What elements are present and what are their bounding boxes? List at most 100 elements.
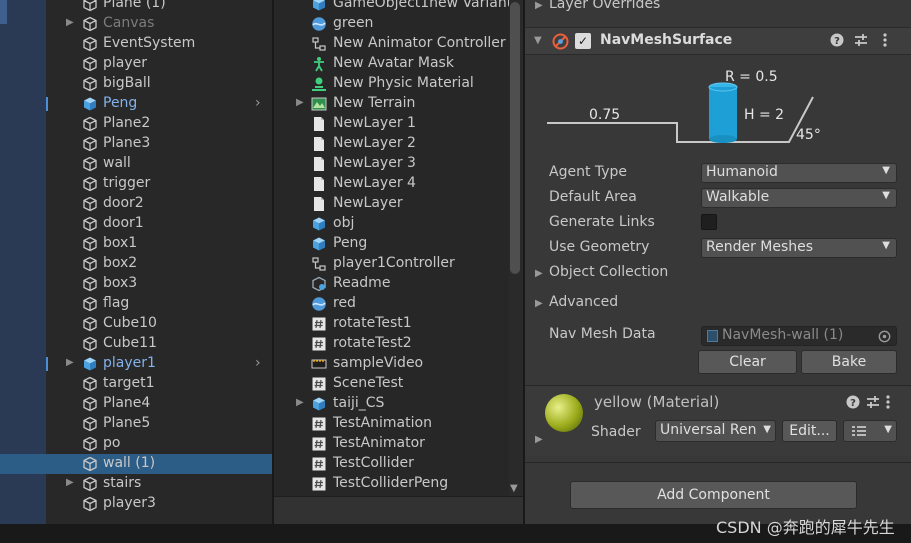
project-list: GameObject1new Variant green New Animator … bbox=[274, 0, 523, 514]
layer-overrides-section[interactable]: ▶ Layer Overrides bbox=[525, 0, 911, 20]
fold-arrow-icon[interactable]: ▶ bbox=[296, 397, 304, 408]
fold-arrow-icon[interactable]: ▶ bbox=[66, 17, 74, 28]
fold-arrow-icon[interactable]: ▶ bbox=[535, 0, 543, 11]
presets-icon[interactable] bbox=[854, 33, 868, 51]
clear-button[interactable]: Clear bbox=[698, 350, 797, 374]
object-collection-foldout[interactable]: Object Collection bbox=[549, 264, 668, 280]
project-item[interactable]: green bbox=[274, 14, 523, 34]
hierarchy-item[interactable]: box1 bbox=[0, 234, 272, 254]
hierarchy-item[interactable]: ▶ Canvas bbox=[0, 14, 272, 34]
cube-icon bbox=[82, 456, 98, 472]
material-icon bbox=[311, 16, 327, 32]
help-icon[interactable]: ? bbox=[846, 395, 860, 413]
project-item[interactable]: ▶ taiji_CS bbox=[274, 394, 523, 414]
project-item[interactable]: New Animator Controller bbox=[274, 34, 523, 54]
hierarchy-item[interactable]: player bbox=[0, 54, 272, 74]
project-item[interactable]: NewLayer 4 bbox=[274, 174, 523, 194]
use-geometry-dropdown[interactable]: Render Meshes ▼ bbox=[701, 238, 897, 258]
kebab-menu-icon[interactable] bbox=[882, 32, 888, 52]
material-fold-icon[interactable]: ▶ bbox=[535, 434, 543, 445]
add-component-button[interactable]: Add Component bbox=[570, 481, 857, 509]
prefab-icon bbox=[311, 236, 327, 252]
project-item[interactable]: GameObject1new Variant bbox=[274, 0, 523, 14]
hierarchy-item[interactable]: EventSystem bbox=[0, 34, 272, 54]
hierarchy-item[interactable]: player3 bbox=[0, 494, 272, 514]
fold-arrow-icon[interactable]: ▶ bbox=[66, 477, 74, 488]
hierarchy-item[interactable]: Plane (1) bbox=[0, 0, 272, 14]
hierarchy-item[interactable]: trigger bbox=[0, 174, 272, 194]
advanced-foldout[interactable]: Advanced bbox=[549, 294, 618, 310]
fold-arrow-icon[interactable]: ▶ bbox=[66, 357, 74, 368]
project-item[interactable]: NewLayer bbox=[274, 194, 523, 214]
hierarchy-item[interactable]: Plane4 bbox=[0, 394, 272, 414]
project-item[interactable]: NewLayer 2 bbox=[274, 134, 523, 154]
hierarchy-item[interactable]: ▶ player1 › bbox=[0, 354, 272, 374]
hierarchy-item[interactable]: Cube11 bbox=[0, 334, 272, 354]
project-item[interactable]: sampleVideo bbox=[274, 354, 523, 374]
bake-button[interactable]: Bake bbox=[801, 350, 897, 374]
project-item[interactable]: New Avatar Mask bbox=[274, 54, 523, 74]
edit-shader-button[interactable]: Edit... bbox=[782, 420, 837, 442]
hierarchy-item[interactable]: door2 bbox=[0, 194, 272, 214]
project-item[interactable]: New Physic Material bbox=[274, 74, 523, 94]
fold-arrow-icon[interactable]: ▶ bbox=[296, 97, 304, 108]
video-icon bbox=[311, 356, 327, 372]
open-prefab-chevron-icon[interactable]: › bbox=[255, 95, 261, 111]
hierarchy-item[interactable]: wall bbox=[0, 154, 272, 174]
dropdown-caret-icon: ▼ bbox=[882, 190, 890, 201]
project-item[interactable]: player1Controller bbox=[274, 254, 523, 274]
advanced-fold-icon[interactable]: ▶ bbox=[535, 298, 543, 309]
project-item[interactable]: obj bbox=[274, 214, 523, 234]
project-item[interactable]: red bbox=[274, 294, 523, 314]
hierarchy-item[interactable]: Plane3 bbox=[0, 134, 272, 154]
project-item[interactable]: TestCollider bbox=[274, 454, 523, 474]
hierarchy-item[interactable]: Plane5 bbox=[0, 414, 272, 434]
hierarchy-item[interactable]: flag bbox=[0, 294, 272, 314]
hierarchy-item[interactable]: target1 bbox=[0, 374, 272, 394]
divider bbox=[525, 462, 911, 463]
hierarchy-item[interactable]: box3 bbox=[0, 274, 272, 294]
project-scroll-thumb[interactable] bbox=[510, 2, 520, 274]
hierarchy-item[interactable]: door1 bbox=[0, 214, 272, 234]
hierarchy-item[interactable]: Plane2 bbox=[0, 114, 272, 134]
prefab-icon bbox=[311, 396, 327, 412]
hierarchy-item[interactable]: ▶ stairs bbox=[0, 474, 272, 494]
item-label: New Terrain bbox=[333, 95, 416, 111]
project-item[interactable]: Readme bbox=[274, 274, 523, 294]
default-area-dropdown[interactable]: Walkable ▼ bbox=[701, 188, 897, 208]
nav-mesh-data-field[interactable]: NavMesh-wall (1) bbox=[701, 326, 897, 346]
hierarchy-item[interactable]: bigBall bbox=[0, 74, 272, 94]
cube-icon bbox=[82, 136, 98, 152]
object-collection-fold-icon[interactable]: ▶ bbox=[535, 268, 543, 279]
navmeshsurface-header[interactable]: ▼ ✓ NavMeshSurface ? bbox=[525, 27, 911, 55]
component-enabled-checkbox[interactable]: ✓ bbox=[575, 33, 591, 49]
generate-links-checkbox[interactable] bbox=[701, 214, 717, 230]
render-queue-dropdown[interactable]: ▼ bbox=[843, 420, 897, 442]
kebab-menu-icon[interactable] bbox=[885, 394, 891, 414]
object-picker-icon[interactable] bbox=[878, 330, 891, 347]
project-item[interactable]: ▶ New Terrain bbox=[274, 94, 523, 114]
hierarchy-item[interactable]: Cube10 bbox=[0, 314, 272, 334]
project-item[interactable]: rotateTest1 bbox=[274, 314, 523, 334]
agent-type-dropdown[interactable]: Humanoid ▼ bbox=[701, 163, 897, 183]
hierarchy-item[interactable]: Peng › bbox=[0, 94, 272, 114]
open-prefab-chevron-icon[interactable]: › bbox=[255, 355, 261, 371]
project-item[interactable]: TestAnimator bbox=[274, 434, 523, 454]
expand-arrow-icon[interactable]: ▼ bbox=[534, 35, 542, 46]
project-item[interactable]: rotateTest2 bbox=[274, 334, 523, 354]
hierarchy-item[interactable]: box2 bbox=[0, 254, 272, 274]
project-item[interactable]: Peng bbox=[274, 234, 523, 254]
scroll-down-arrow-icon[interactable]: ▼ bbox=[510, 483, 518, 494]
project-item[interactable]: SceneTest bbox=[274, 374, 523, 394]
project-item[interactable]: NewLayer 3 bbox=[274, 154, 523, 174]
hierarchy-item[interactable]: po bbox=[0, 434, 272, 454]
project-item[interactable]: NewLayer 1 bbox=[274, 114, 523, 134]
shader-dropdown[interactable]: Universal Ren ▼ bbox=[655, 420, 776, 442]
cube-icon bbox=[82, 296, 98, 312]
hierarchy-item[interactable]: wall (1) bbox=[0, 454, 272, 474]
project-item[interactable]: TestColliderPeng bbox=[274, 474, 523, 494]
item-label: taiji_CS bbox=[333, 395, 385, 411]
help-icon[interactable]: ? bbox=[830, 33, 844, 51]
presets-icon[interactable] bbox=[866, 395, 880, 413]
project-item[interactable]: TestAnimation bbox=[274, 414, 523, 434]
